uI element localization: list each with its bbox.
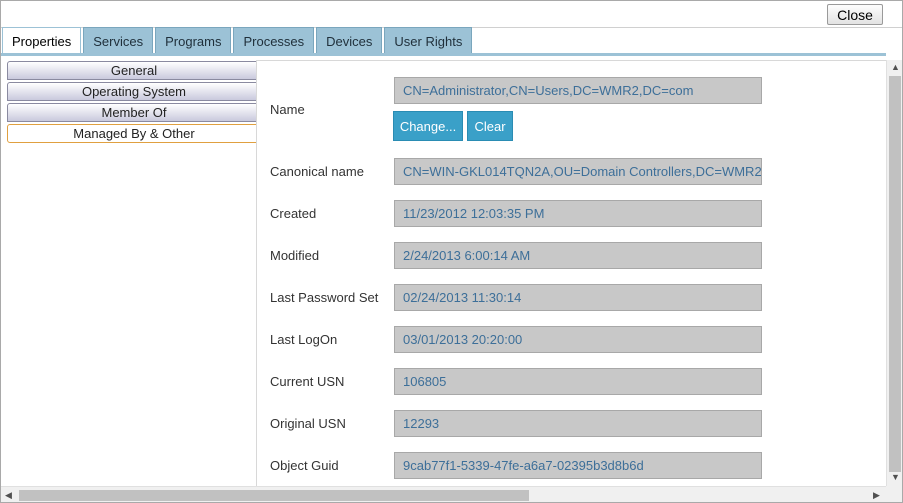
canonical-name-label: Canonical name [270,164,364,179]
subnav-item-member-of[interactable]: Member Of [7,103,261,122]
last-password-set-field: 02/24/2013 11:30:14 [394,284,762,311]
subnav-item-operating-system[interactable]: Operating System [7,82,261,101]
properties-window: Close Properties Services Programs Proce… [0,0,903,503]
vertical-scroll-thumb[interactable] [889,76,901,472]
modified-label: Modified [270,248,320,263]
name-label: Name [270,102,305,117]
current-usn-label: Current USN [270,374,345,389]
scroll-down-arrow-icon[interactable]: ▼ [891,473,900,482]
current-usn-field: 106805 [394,368,762,395]
canonical-name-field: CN=WIN-GKL014TQN2A,OU=Domain Controllers… [394,158,762,185]
tab-processes[interactable]: Processes [233,27,315,54]
clear-button[interactable]: Clear [467,111,513,141]
object-guid-field: 9cab77f1-5339-47fe-a6a7-02395b3d8b6d [394,452,762,479]
subnav-item-general[interactable]: General [7,61,261,80]
created-field: 11/23/2012 12:03:35 PM [394,200,762,227]
change-button[interactable]: Change... [393,111,463,141]
tab-user-rights[interactable]: User Rights [384,27,473,54]
vertical-scrollbar[interactable]: ▲ ▼ [886,60,902,486]
subnav-item-managed-by-other[interactable]: Managed By & Other [7,124,261,143]
properties-subnav: General Operating System Member Of Manag… [7,61,261,145]
horizontal-scrollbar[interactable]: ◀ ▶ [1,486,886,502]
created-label: Created [270,206,317,221]
tab-bar: Properties Services Programs Processes D… [2,27,473,54]
managed-by-panel: Name CN=Administrator,CN=Users,DC=WMR2,D… [256,60,886,486]
tab-services[interactable]: Services [83,27,154,54]
tab-devices[interactable]: Devices [316,27,383,54]
last-password-set-label: Last Password Set [270,290,379,305]
original-usn-label: Original USN [270,416,346,431]
close-button[interactable]: Close [827,4,883,25]
tab-properties[interactable]: Properties [2,27,82,54]
scroll-right-arrow-icon[interactable]: ▶ [873,491,880,500]
modified-field: 2/24/2013 6:00:14 AM [394,242,762,269]
original-usn-field: 12293 [394,410,762,437]
object-guid-label: Object Guid [270,458,339,473]
last-logon-field: 03/01/2013 20:20:00 [394,326,762,353]
scroll-up-arrow-icon[interactable]: ▲ [891,63,900,72]
last-logon-label: Last LogOn [270,332,338,347]
horizontal-scroll-thumb[interactable] [19,490,529,501]
scroll-left-arrow-icon[interactable]: ◀ [5,491,12,500]
name-field: CN=Administrator,CN=Users,DC=WMR2,DC=com [394,77,762,104]
tab-programs[interactable]: Programs [155,27,232,54]
scrollbar-corner [886,486,902,502]
tab-bar-underline [1,53,886,56]
